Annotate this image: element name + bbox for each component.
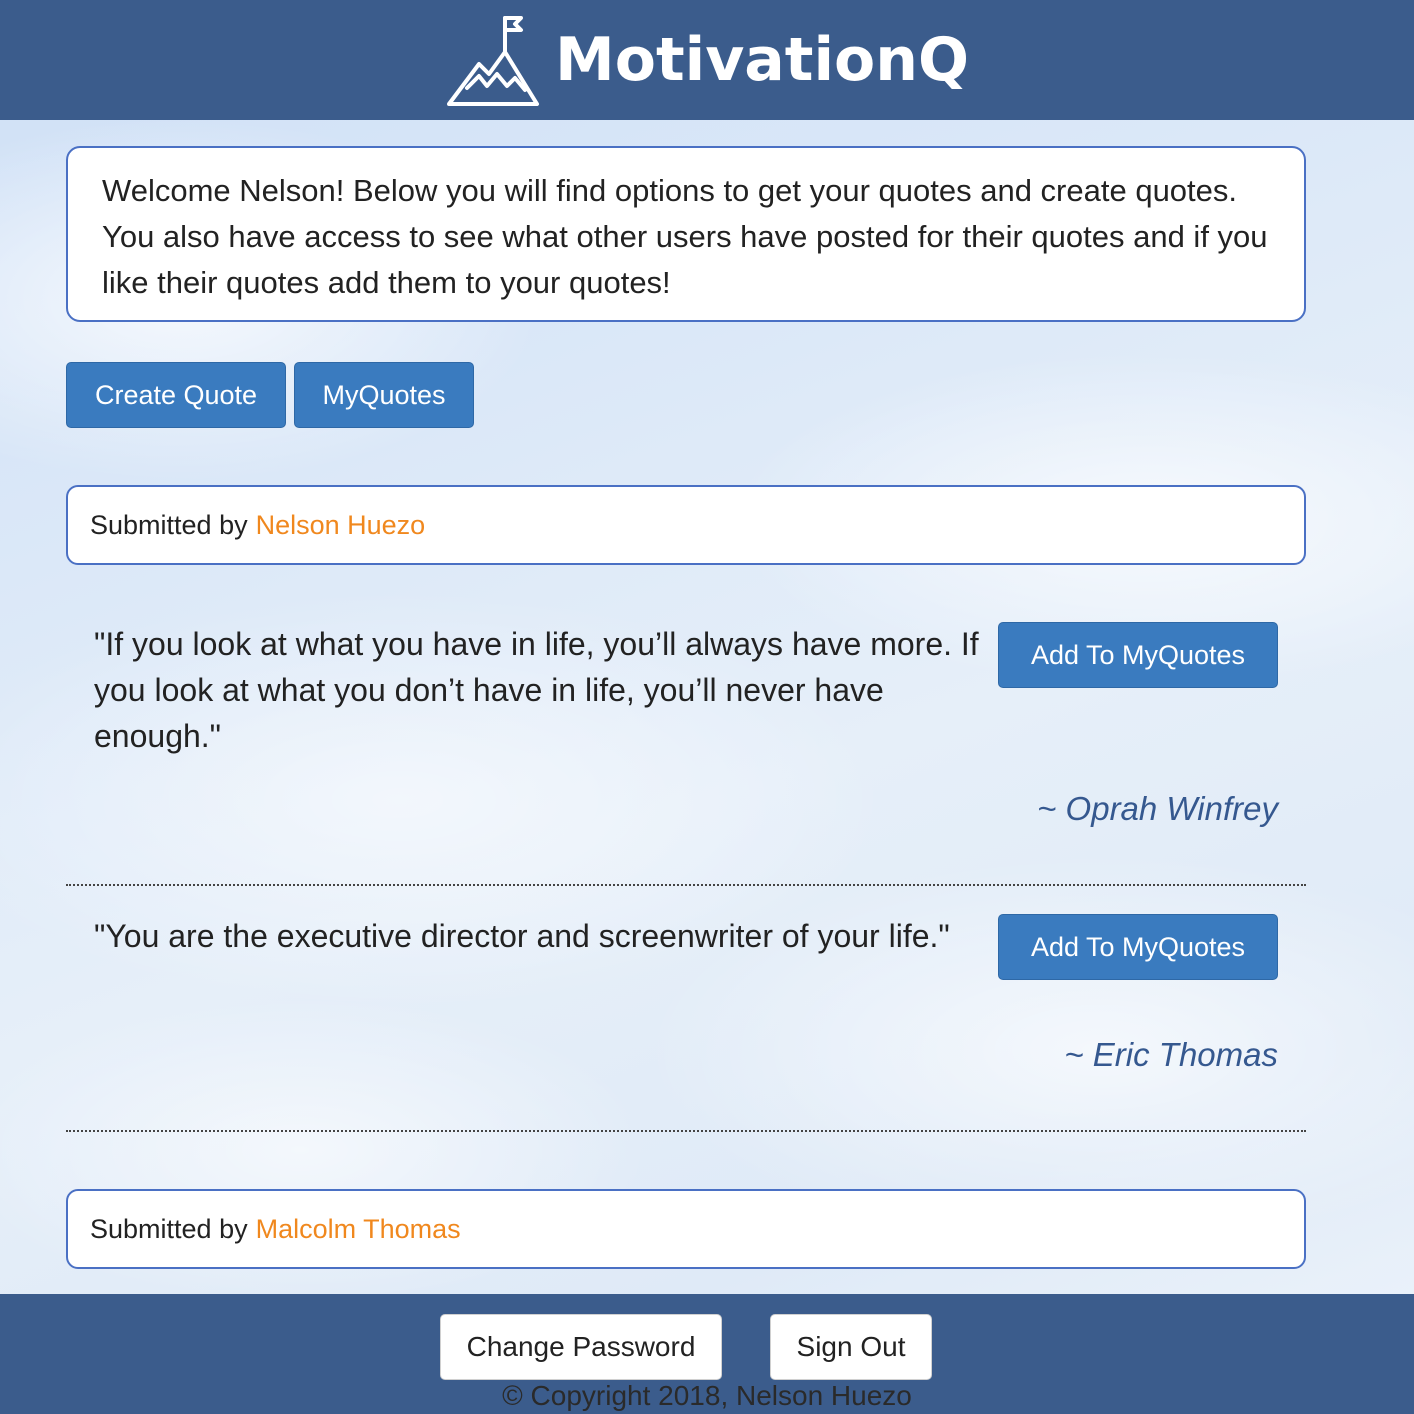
welcome-message: Welcome Nelson! Below you will find opti…: [66, 146, 1306, 322]
quote-text: "If you look at what you have in life, y…: [94, 626, 979, 754]
quote-divider: [66, 884, 1306, 886]
copyright-text: © Copyright 2018, Nelson Huezo: [502, 1380, 912, 1411]
submitter-name[interactable]: Malcolm Thomas: [256, 1214, 461, 1245]
brand[interactable]: MotivationQ: [445, 12, 969, 108]
submitter-name[interactable]: Nelson Huezo: [256, 510, 426, 541]
quote-divider: [66, 1130, 1306, 1132]
sign-out-button[interactable]: Sign Out: [770, 1314, 932, 1380]
footer: Change Password Sign Out © Copyright 201…: [0, 1294, 1414, 1414]
quote-text: "You are the executive director and scre…: [94, 918, 950, 954]
submitted-by-label: Submitted by: [90, 509, 248, 540]
brand-name: MotivationQ: [555, 25, 969, 95]
my-quotes-button[interactable]: MyQuotes: [294, 362, 474, 428]
submitted-by-panel: Submitted by Malcolm Thomas: [66, 1189, 1306, 1269]
header: MotivationQ: [0, 0, 1414, 120]
submitted-by-label: Submitted by: [90, 1213, 248, 1244]
change-password-button[interactable]: Change Password: [440, 1314, 722, 1380]
add-to-myquotes-button[interactable]: Add To MyQuotes: [998, 622, 1278, 688]
quote-author: ~ Oprah Winfrey: [1037, 790, 1278, 827]
create-quote-button[interactable]: Create Quote: [66, 362, 286, 428]
welcome-text: Welcome Nelson! Below you will find opti…: [102, 173, 1268, 300]
quote-author: ~ Eric Thomas: [1064, 1036, 1278, 1073]
mountain-flag-icon: [447, 16, 540, 106]
submitted-by-panel: Submitted by Nelson Huezo: [66, 485, 1306, 565]
add-to-myquotes-button[interactable]: Add To MyQuotes: [998, 914, 1278, 980]
